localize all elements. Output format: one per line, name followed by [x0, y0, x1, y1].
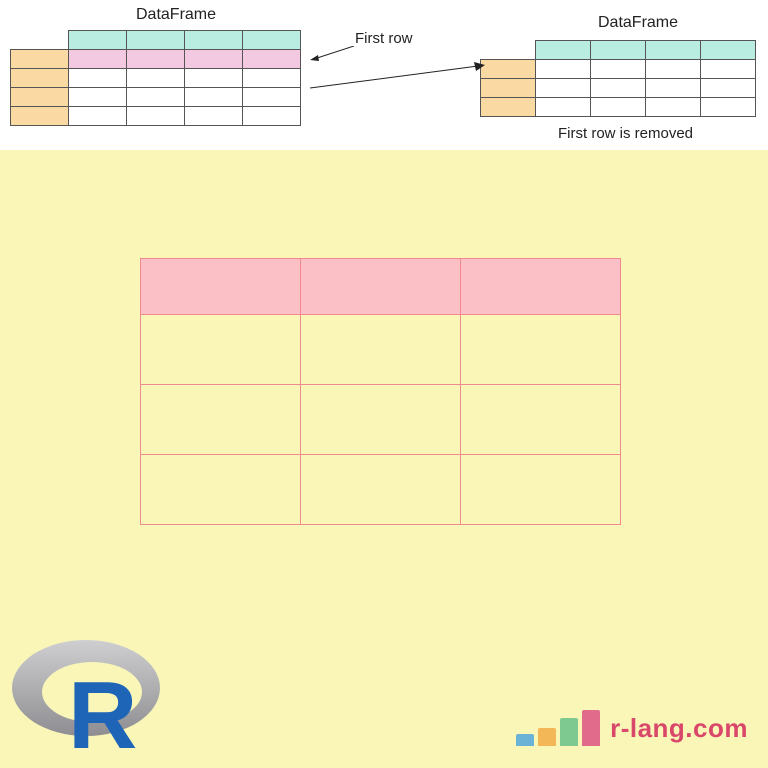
table-row [481, 79, 756, 98]
first-row-annotation: First row [355, 30, 413, 47]
table-row [11, 107, 301, 126]
removed-annotation: First row is removed [558, 125, 693, 142]
table-row [141, 315, 621, 385]
left-dataframe [10, 30, 301, 126]
brand-text: r-lang.com [610, 713, 748, 746]
center-dataframe [140, 258, 621, 525]
table-header-row [481, 41, 756, 60]
right-df-title: DataFrame [598, 14, 678, 32]
left-df-title: DataFrame [136, 6, 216, 24]
arrow-first-row-pointer [310, 46, 354, 61]
svg-text:R: R [68, 662, 137, 760]
table-header-row [141, 259, 621, 315]
table-row [141, 385, 621, 455]
arrow-transform [310, 62, 485, 92]
right-dataframe [480, 40, 756, 117]
table-row [141, 455, 621, 525]
table-row [481, 60, 756, 79]
table-row [11, 88, 301, 107]
table-row [11, 50, 301, 69]
table-row [481, 98, 756, 117]
table-header-row [11, 31, 301, 50]
r-logo-icon: R [8, 630, 168, 760]
brand-bars-icon [516, 710, 600, 746]
brand: r-lang.com [516, 710, 748, 746]
table-row [11, 69, 301, 88]
